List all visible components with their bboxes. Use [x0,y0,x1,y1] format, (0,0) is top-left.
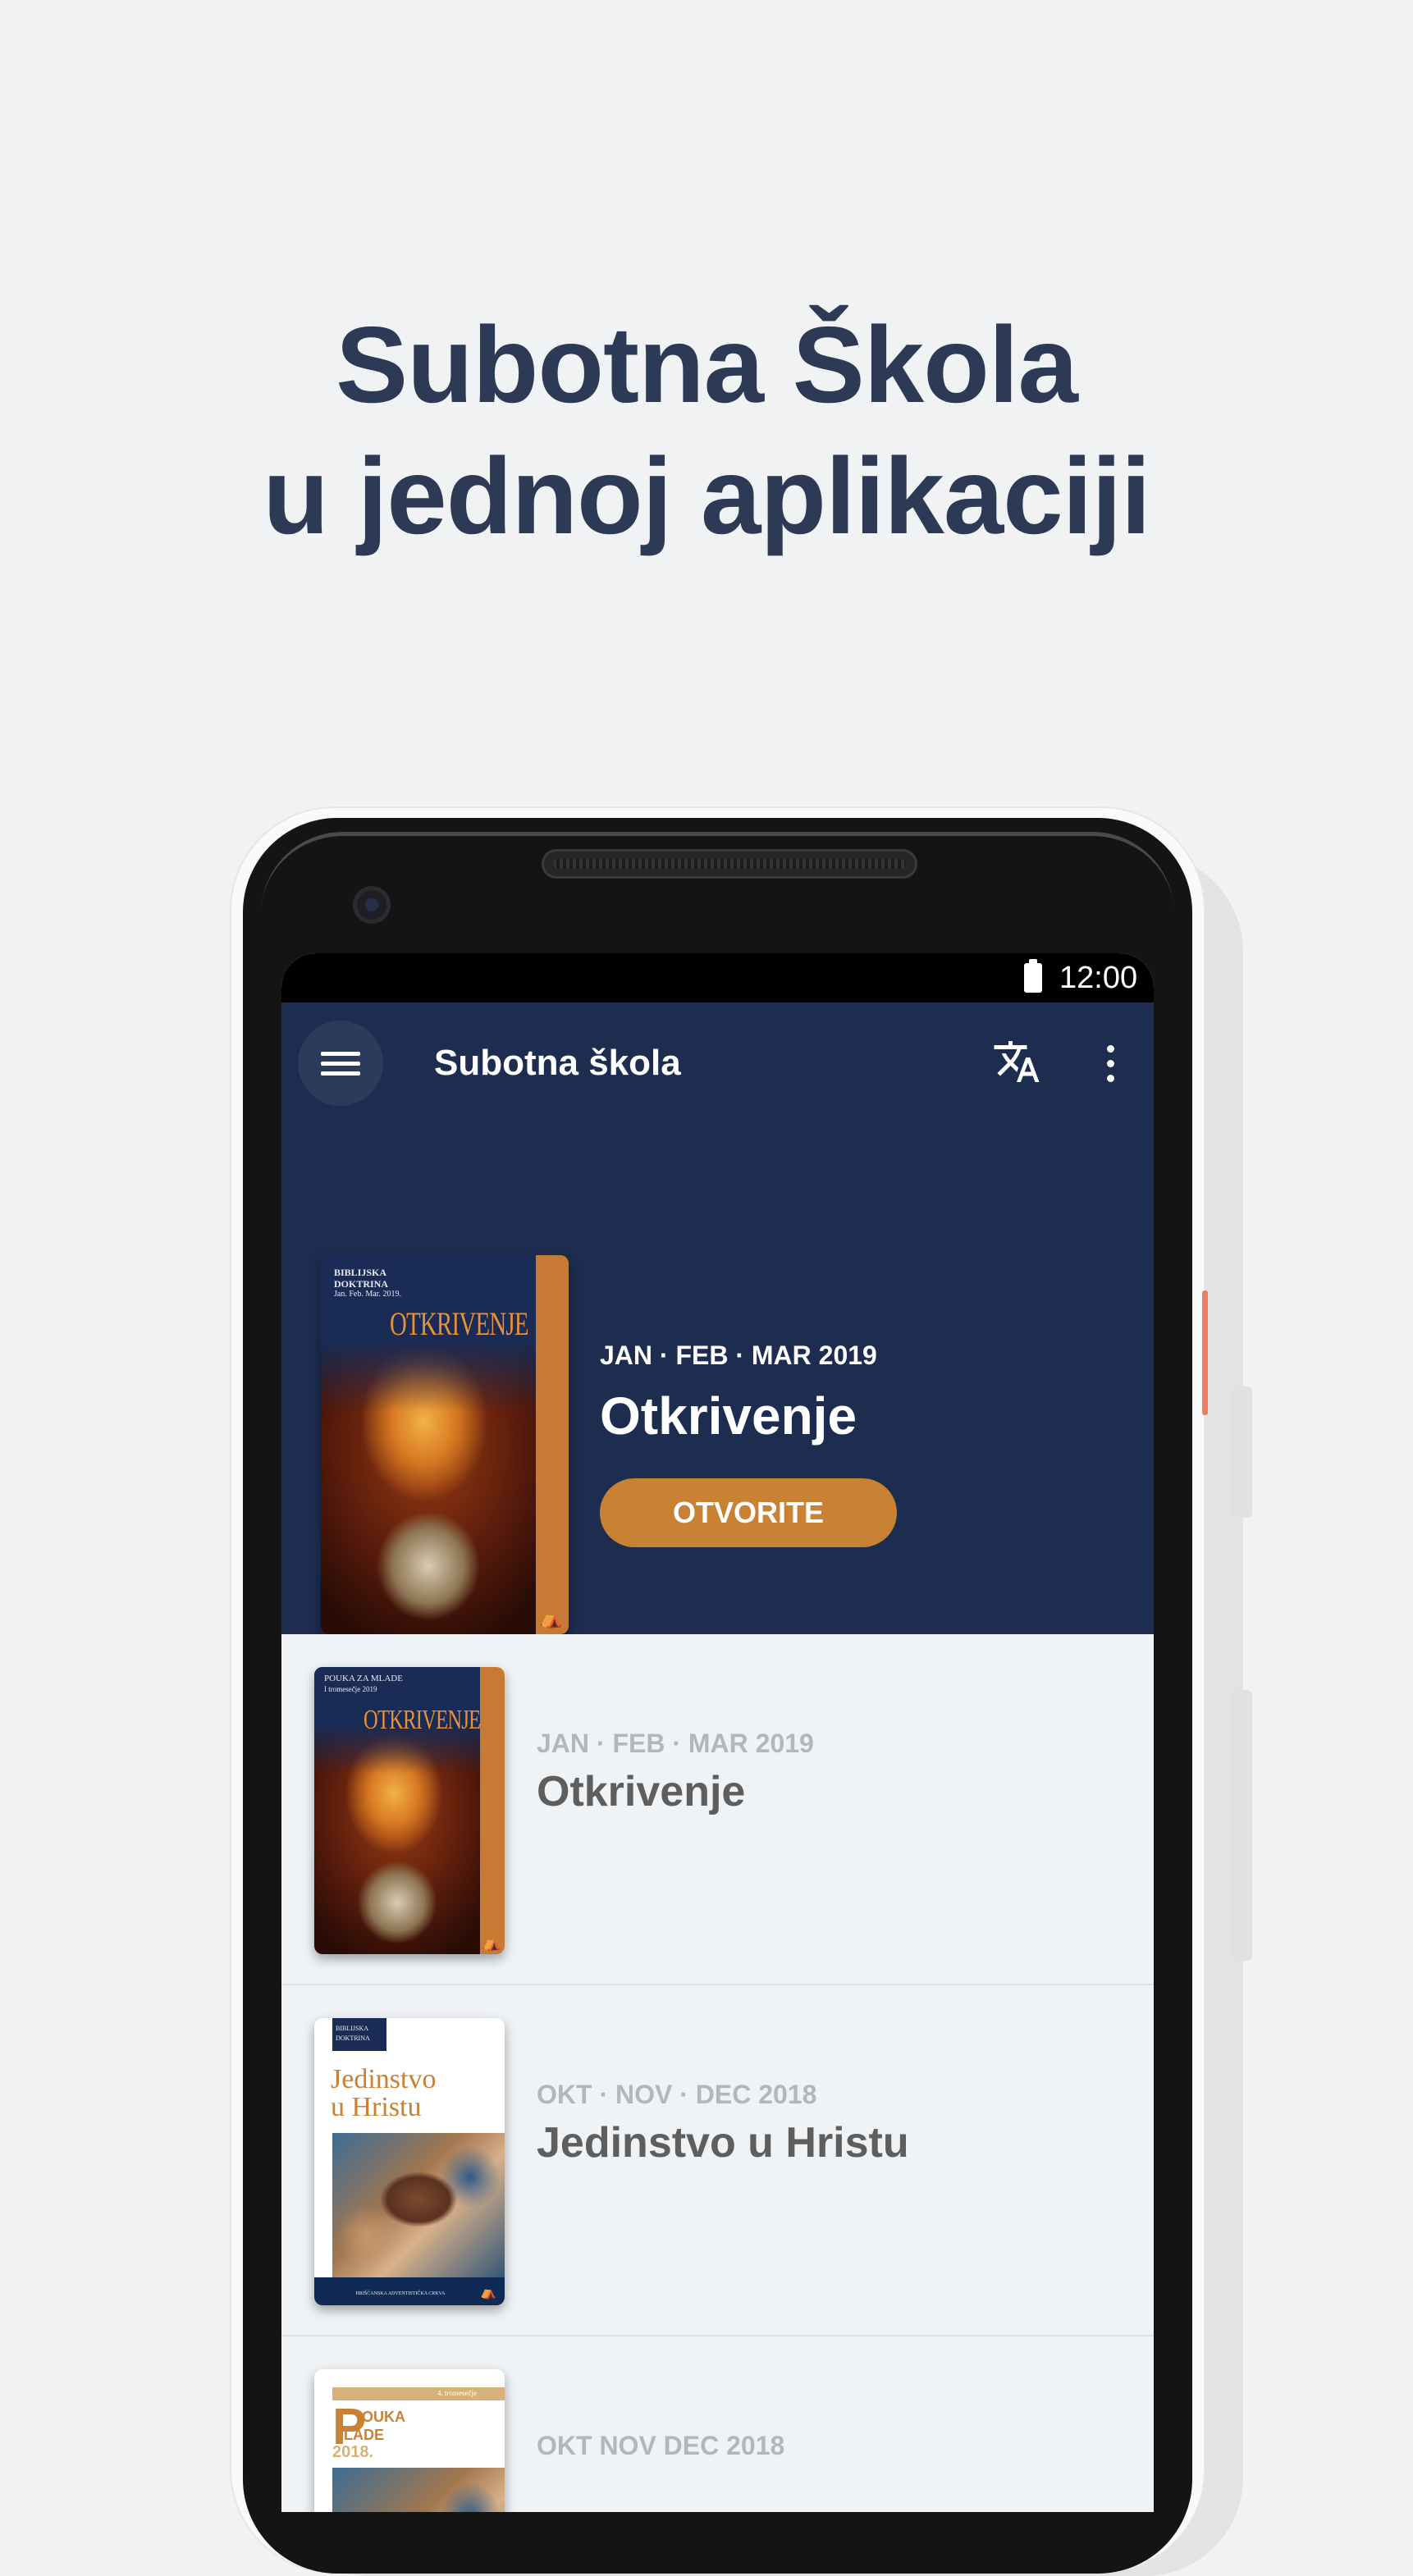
quarterly-cover-image: 4. tromesečje P OUKA LADE 2018. [314,2369,505,2512]
church-logo-icon: ⛺ [539,1608,562,1628]
quarterly-cover-image: POUKA ZA MLADE I tromesečje 2019 OTKRIVE… [314,1667,505,1954]
cover-year: 2018. [332,2443,374,2461]
status-time: 12:00 [1059,961,1138,995]
menu-icon-bar [321,1071,360,1076]
cover-top-text-1: POUKA ZA MLADE [324,1674,403,1683]
more-vert-icon-dot [1107,1060,1114,1067]
translate-button[interactable] [992,1037,1041,1086]
menu-icon-bar [321,1062,360,1066]
quarterly-quarter: OKT NOV DEC 2018 [537,2431,785,2460]
cover-top-text-1: BIBLIJSKA [334,1267,387,1278]
cover-title: OTKRIVENJE [390,1305,529,1342]
featured-title: Otkrivenje [600,1386,857,1446]
cover-title: OTKRIVENJE [364,1705,481,1735]
cover-top-text-2: I tromesečje 2019 [324,1685,377,1693]
translate-icon [994,1041,1040,1082]
more-vert-icon-dot [1107,1075,1114,1082]
phone-side-button-top [1231,1386,1252,1518]
quarterly-quarter: OKT · NOV · DEC 2018 [537,2080,817,2109]
phone-side-button-bottom [1231,1690,1252,1961]
church-logo-icon: ⛺ [482,1934,501,1951]
list-item[interactable]: POUKA ZA MLADE I tromesečje 2019 OTKRIVE… [281,1634,1154,1985]
list-item[interactable]: 4. tromesečje P OUKA LADE 2018. OKT NOV … [281,2336,1154,2512]
cover-top-text-3: Jan. Feb. Mar. 2019. [334,1290,401,1299]
more-vert-icon-dot [1107,1045,1114,1053]
cover-bottom-text: HRIŠĆANSKA ADVENTISTIČKA CRKVA [355,2291,446,2296]
headline: Subotna Škola u jednoj aplikaciji [0,299,1413,562]
cover-spine [480,1667,505,1954]
headline-line-2: u jednoj aplikaciji [263,436,1150,556]
headline-line-1: Subotna Škola [336,304,1078,425]
battery-icon [1024,959,1042,993]
cover-artwork [332,2468,505,2512]
phone-power-button [1202,1290,1208,1415]
quarterly-title: Otkrivenje [537,1768,746,1816]
more-options-button[interactable] [1094,1037,1127,1089]
featured-cover-image[interactable]: BIBLIJSKA DOKTRINA Jan. Feb. Mar. 2019. … [321,1255,569,1634]
phone-camera [353,886,391,924]
quarterly-quarter: JAN · FEB · MAR 2019 [537,1729,814,1758]
quarterly-cover-image: BIBLIJSKA DOKTRINA Jedinstvo u Hristu HR… [314,2018,505,2305]
cover-top-text-1: BIBLIJSKA [336,2025,369,2032]
featured-quarter: JAN · FEB · MAR 2019 [600,1341,877,1370]
app-title: Subotna škola [434,1043,681,1083]
cover-top-text-2: DOKTRINA [336,2035,370,2042]
featured-section: Subotna škola BIBLIJSKA DOKTRINA Jan. Fe… [281,1003,1154,1634]
cover-top-text: 4. tromesečje [437,2389,477,2397]
cover-title-line-2: LADE [344,2427,384,2443]
menu-icon-bar [321,1052,360,1056]
list-item[interactable]: BIBLIJSKA DOKTRINA Jedinstvo u Hristu HR… [281,1985,1154,2336]
cover-spine [536,1255,569,1634]
cover-artwork [332,2133,505,2281]
phone-screen: 12:00 Subotna škola BIBLIJSKA DOKTRINA J… [281,953,1154,2512]
church-logo-icon: ⛺ [480,2286,496,2300]
open-button[interactable]: OTVORITE [600,1478,897,1547]
cover-title-line-2: u Hristu [331,2092,422,2122]
cover-top-text-2: DOKTRINA [334,1278,389,1290]
status-bar: 12:00 [281,953,1154,1003]
phone-speaker [542,849,917,879]
cover-title-line-1: Jedinstvo [331,2064,437,2094]
quarterly-title: Jedinstvo u Hristu [537,2119,909,2167]
cover-title-line-1: OUKA [362,2409,405,2425]
menu-button[interactable] [298,1021,383,1106]
